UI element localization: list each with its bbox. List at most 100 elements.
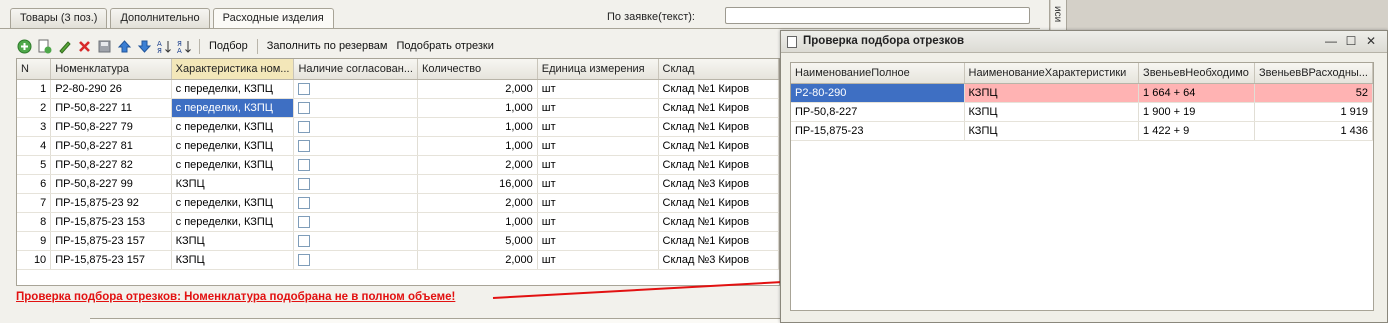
column-header-item[interactable]: Номенклатура bbox=[50, 59, 172, 80]
store-cell[interactable]: Склад №3 Киров bbox=[658, 250, 779, 270]
links-in-consumables-cell[interactable]: 1 919 bbox=[1254, 102, 1373, 122]
quantity-cell[interactable]: 2,000 bbox=[417, 193, 538, 213]
column-header-n[interactable]: N bbox=[17, 59, 52, 80]
row-number[interactable]: 9 bbox=[17, 231, 52, 251]
edit-icon[interactable] bbox=[56, 38, 73, 55]
quantity-cell[interactable]: 2,000 bbox=[417, 155, 538, 175]
characteristic-cell[interactable]: с переделки, КЗПЦ bbox=[171, 155, 295, 175]
pick-button[interactable]: Подбор bbox=[206, 40, 251, 52]
characteristic-cell[interactable]: с переделки, КЗПЦ bbox=[171, 79, 295, 99]
consumables-table[interactable]: N Номенклатура Характеристика ном... Нал… bbox=[16, 58, 780, 286]
full-name-cell[interactable]: ПР-15,875-23 bbox=[791, 121, 965, 141]
unit-cell[interactable]: шт bbox=[537, 117, 659, 137]
column-header-characteristic-name[interactable]: НаименованиеХарактеристики bbox=[964, 63, 1140, 84]
column-header-characteristic[interactable]: Характеристика ном... bbox=[171, 59, 295, 80]
checkbox[interactable] bbox=[298, 158, 311, 171]
quantity-cell[interactable]: 1,000 bbox=[417, 136, 538, 156]
links-in-consumables-cell[interactable]: 1 436 bbox=[1254, 121, 1373, 141]
links-needed-cell[interactable]: 1 664 + 64 bbox=[1138, 83, 1255, 103]
full-name-cell[interactable]: Р2-80-290 bbox=[791, 83, 965, 103]
quantity-cell[interactable]: 1,000 bbox=[417, 98, 538, 118]
tab-consumables[interactable]: Расходные изделия bbox=[212, 8, 334, 29]
fill-by-reserves-button[interactable]: Заполнить по резервам bbox=[264, 40, 391, 52]
unit-cell[interactable]: шт bbox=[537, 174, 659, 194]
full-name-cell[interactable]: ПР-50,8-227 bbox=[791, 102, 965, 122]
quantity-cell[interactable]: 1,000 bbox=[417, 212, 538, 232]
tab-additional[interactable]: Дополнительно bbox=[110, 8, 210, 28]
checkbox[interactable] bbox=[298, 82, 311, 95]
row-number[interactable]: 4 bbox=[17, 136, 52, 156]
move-down-icon[interactable] bbox=[136, 38, 153, 55]
checkbox[interactable] bbox=[298, 139, 311, 152]
row-number[interactable]: 7 bbox=[17, 193, 52, 213]
characteristic-name-cell[interactable]: КЗПЦ bbox=[964, 121, 1140, 141]
table-row[interactable]: 8 ПР-15,875-23 153 с переделки, КЗПЦ 1,000 ш… bbox=[17, 212, 779, 232]
checkbox[interactable] bbox=[298, 120, 311, 133]
store-cell[interactable]: Склад №3 Киров bbox=[658, 174, 779, 194]
characteristic-name-cell[interactable]: КЗПЦ bbox=[964, 102, 1140, 122]
move-up-icon[interactable] bbox=[116, 38, 133, 55]
item-cell[interactable]: ПР-15,875-23 157 bbox=[50, 231, 172, 251]
delete-icon[interactable] bbox=[76, 38, 93, 55]
store-cell[interactable]: Склад №1 Киров bbox=[658, 117, 779, 137]
unit-cell[interactable]: шт bbox=[537, 98, 659, 118]
sort-ascending-icon[interactable]: AЯ bbox=[156, 38, 173, 55]
characteristic-cell[interactable]: КЗПЦ bbox=[171, 250, 295, 270]
store-cell[interactable]: Склад №1 Киров bbox=[658, 98, 779, 118]
store-cell[interactable]: Склад №1 Киров bbox=[658, 212, 779, 232]
quantity-cell[interactable]: 2,000 bbox=[417, 250, 538, 270]
availability-checkbox[interactable] bbox=[293, 174, 418, 194]
unit-cell[interactable]: шт bbox=[537, 155, 659, 175]
checkbox[interactable] bbox=[298, 253, 311, 266]
characteristic-cell[interactable]: с переделки, КЗПЦ bbox=[171, 117, 295, 137]
row-number[interactable]: 3 bbox=[17, 117, 52, 137]
minimize-icon[interactable]: — bbox=[1324, 34, 1338, 48]
characteristic-cell[interactable]: КЗПЦ bbox=[171, 174, 295, 194]
item-cell[interactable]: ПР-15,875-23 157 bbox=[50, 250, 172, 270]
item-cell[interactable]: ПР-50,8-227 11 bbox=[50, 98, 172, 118]
column-header-full-name[interactable]: НаименованиеПолное bbox=[791, 63, 965, 84]
column-header-availability[interactable]: Наличие согласован... bbox=[293, 59, 418, 80]
row-number[interactable]: 1 bbox=[17, 79, 52, 99]
links-in-consumables-cell[interactable]: 52 bbox=[1254, 83, 1373, 103]
table-row[interactable]: 9 ПР-15,875-23 157 КЗПЦ 5,000 шт Склад №1 Кир… bbox=[17, 231, 779, 251]
table-row[interactable]: 10 ПР-15,875-23 157 КЗПЦ 2,000 шт Склад №3 Ки… bbox=[17, 250, 779, 270]
table-row[interactable]: 1 Р2-80-290 26 с переделки, КЗПЦ 2,000 шт Скл… bbox=[17, 79, 779, 99]
characteristic-cell[interactable]: с переделки, КЗПЦ bbox=[171, 136, 295, 156]
column-header-links-in-consumables[interactable]: ЗвеньевВРасходны... bbox=[1254, 63, 1373, 84]
item-cell[interactable]: ПР-15,875-23 153 bbox=[50, 212, 172, 232]
table-row[interactable]: ПР-50,8-227 КЗПЦ 1 900 + 19 1 919 bbox=[791, 102, 1373, 122]
select-segments-button[interactable]: Подобрать отрезки bbox=[394, 40, 497, 52]
availability-checkbox[interactable] bbox=[293, 155, 418, 175]
item-cell[interactable]: ПР-15,875-23 92 bbox=[50, 193, 172, 213]
characteristic-cell[interactable]: с переделки, КЗПЦ bbox=[171, 98, 295, 118]
column-header-links-needed[interactable]: ЗвеньевНеобходимо bbox=[1138, 63, 1255, 84]
store-cell[interactable]: Склад №1 Киров bbox=[658, 193, 779, 213]
table-row[interactable]: 6 ПР-50,8-227 99 КЗПЦ 16,000 шт Склад №3 Киро… bbox=[17, 174, 779, 194]
window-title-bar[interactable]: Проверка подбора отрезков — ☐ ✕ bbox=[781, 31, 1387, 53]
availability-checkbox[interactable] bbox=[293, 231, 418, 251]
table-row[interactable]: Р2-80-290 КЗПЦ 1 664 + 64 52 bbox=[791, 83, 1373, 103]
table-row[interactable]: 4 ПР-50,8-227 81 с переделки, КЗПЦ 1,000 шт С… bbox=[17, 136, 779, 156]
table-row[interactable]: ПР-15,875-23 КЗПЦ 1 422 + 91 436 bbox=[791, 121, 1373, 141]
availability-checkbox[interactable] bbox=[293, 117, 418, 137]
availability-checkbox[interactable] bbox=[293, 136, 418, 156]
availability-checkbox[interactable] bbox=[293, 212, 418, 232]
item-cell[interactable]: ПР-50,8-227 79 bbox=[50, 117, 172, 137]
item-cell[interactable]: ПР-50,8-227 82 bbox=[50, 155, 172, 175]
availability-checkbox[interactable] bbox=[293, 79, 418, 99]
quantity-cell[interactable]: 1,000 bbox=[417, 117, 538, 137]
column-header-quantity[interactable]: Количество bbox=[417, 59, 538, 80]
store-cell[interactable]: Склад №1 Киров bbox=[658, 231, 779, 251]
characteristic-name-cell[interactable]: КЗПЦ bbox=[964, 83, 1140, 103]
item-cell[interactable]: Р2-80-290 26 bbox=[50, 79, 172, 99]
table-row[interactable]: 2 ПР-50,8-227 11 с переделки, КЗПЦ 1,000 шт С… bbox=[17, 98, 779, 118]
tab-goods[interactable]: Товары (3 поз.) bbox=[10, 8, 108, 28]
quantity-cell[interactable]: 5,000 bbox=[417, 231, 538, 251]
characteristic-cell[interactable]: с переделки, КЗПЦ bbox=[171, 193, 295, 213]
row-number[interactable]: 6 bbox=[17, 174, 52, 194]
table-row[interactable]: 7 ПР-15,875-23 92 с переделки, КЗПЦ 2,000 шт… bbox=[17, 193, 779, 213]
characteristic-cell[interactable]: КЗПЦ bbox=[171, 231, 295, 251]
store-cell[interactable]: Склад №1 Киров bbox=[658, 136, 779, 156]
store-cell[interactable]: Склад №1 Киров bbox=[658, 79, 779, 99]
